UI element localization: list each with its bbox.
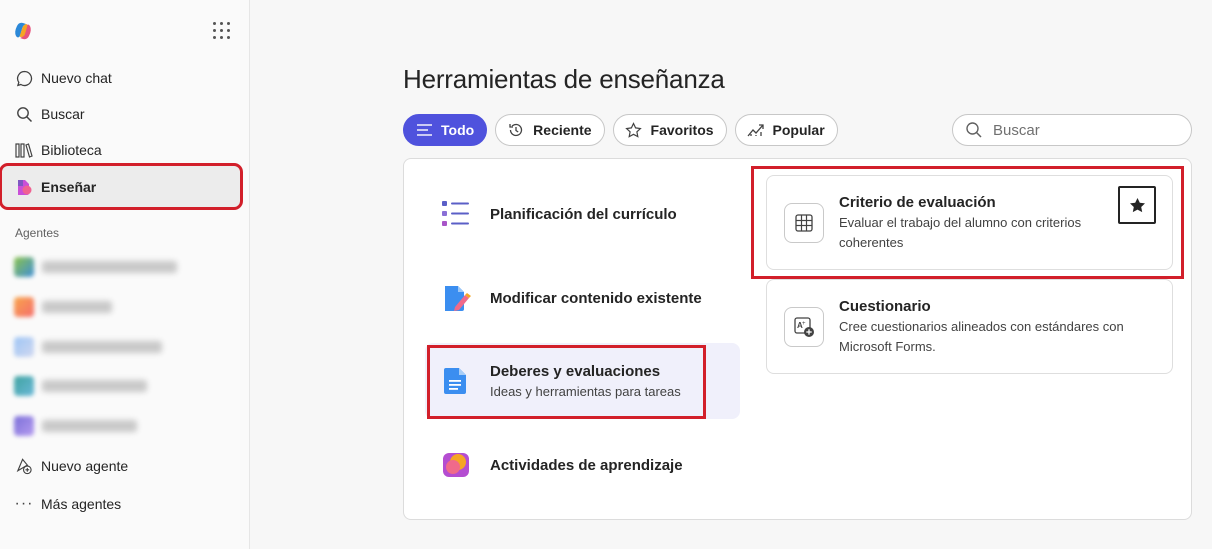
category-title: Modificar contenido existente: [490, 289, 702, 307]
page-title: Herramientas de enseñanza: [403, 64, 725, 94]
nav-teach-label: Enseñar: [41, 178, 97, 195]
category-title: Actividades de aprendizaje: [490, 456, 683, 474]
library-icon: [15, 141, 33, 159]
agent-item-3[interactable]: [14, 337, 162, 357]
filter-all-label: Todo: [441, 122, 475, 138]
card-description: Cree cuestionarios alineados con estánda…: [839, 319, 1124, 354]
nav-search-label: Buscar: [41, 106, 85, 122]
activities-icon: [440, 449, 472, 481]
category-subtitle: Ideas y herramientas para tareas: [490, 384, 681, 399]
nav-more-agents-label: Más agentes: [41, 496, 122, 512]
filter-favorites[interactable]: Favoritos: [612, 114, 727, 146]
category-learning-activities[interactable]: Actividades de aprendizaje: [425, 427, 740, 503]
filter-recent[interactable]: Reciente: [495, 114, 605, 146]
tool-card-quiz[interactable]: A + Cuestionario Cree cuestionarios aline…: [766, 279, 1173, 374]
agent-item-2[interactable]: [14, 297, 112, 317]
star-icon: [625, 121, 643, 139]
category-curriculum-planning[interactable]: Planificación del currículo: [425, 176, 740, 252]
nav-new-agent[interactable]: Nuevo agente: [8, 450, 236, 482]
table-grid-icon: [784, 203, 824, 243]
agent-item-1[interactable]: [14, 257, 177, 277]
nav-search[interactable]: Buscar: [8, 98, 236, 130]
history-icon: [507, 121, 525, 139]
agent-item-4[interactable]: [14, 376, 147, 396]
copilot-logo-icon[interactable]: [13, 21, 33, 41]
sidebar: Nuevo chat Buscar Biblioteca Enseñar Age…: [0, 0, 250, 549]
filter-popular-label: Popular: [772, 122, 825, 138]
search-icon: [965, 121, 983, 139]
svg-text:+: +: [802, 321, 806, 327]
tools-search[interactable]: [952, 114, 1192, 146]
category-title: Deberes y evaluaciones: [490, 363, 661, 380]
nav-teach[interactable]: Enseñar: [0, 163, 243, 210]
card-title: Cuestionario: [839, 298, 931, 315]
trending-icon: [747, 121, 765, 139]
agent-item-5[interactable]: [14, 416, 137, 436]
star-filled-icon: [1129, 197, 1146, 214]
document-edit-icon: [440, 282, 472, 314]
search-icon: [15, 105, 33, 123]
filter-popular[interactable]: Popular: [734, 114, 838, 146]
checklist-icon: [440, 198, 472, 230]
quiz-icon: A +: [784, 307, 824, 347]
filter-bar: Todo Reciente Favoritos Popular: [403, 114, 838, 146]
category-modify-content[interactable]: Modificar contenido existente: [425, 260, 740, 336]
nav-more-agents[interactable]: ··· Más agentes: [8, 488, 236, 520]
nav-new-chat-label: Nuevo chat: [41, 70, 112, 86]
category-title: Planificación del currículo: [490, 205, 677, 223]
chat-icon: [15, 69, 33, 87]
nav-new-agent-label: Nuevo agente: [41, 458, 129, 474]
more-dots-icon: ···: [14, 495, 34, 512]
document-icon: [440, 365, 472, 397]
nav-new-chat[interactable]: Nuevo chat: [8, 62, 236, 94]
category-homework-assessments[interactable]: Deberes y evaluaciones Ideas y herramien…: [425, 343, 740, 419]
search-input[interactable]: [993, 121, 1173, 139]
nav-library-label: Biblioteca: [41, 142, 102, 158]
card-description: Evaluar el trabajo del alumno con criter…: [839, 215, 1082, 250]
tool-card-rubric[interactable]: Criterio de evaluación Evaluar el trabaj…: [766, 175, 1173, 270]
filter-all[interactable]: Todo: [403, 114, 488, 146]
favorite-button[interactable]: [1118, 186, 1156, 224]
filter-recent-label: Reciente: [533, 122, 592, 138]
agents-section-label: Agentes: [15, 226, 60, 240]
list-icon: [415, 121, 433, 139]
nav-library[interactable]: Biblioteca: [8, 134, 236, 166]
filter-favorites-label: Favoritos: [650, 122, 714, 138]
card-title: Criterio de evaluación: [839, 194, 996, 211]
apps-grid-icon[interactable]: [213, 22, 231, 40]
teach-icon: [15, 178, 33, 196]
new-agent-icon: [15, 457, 33, 475]
